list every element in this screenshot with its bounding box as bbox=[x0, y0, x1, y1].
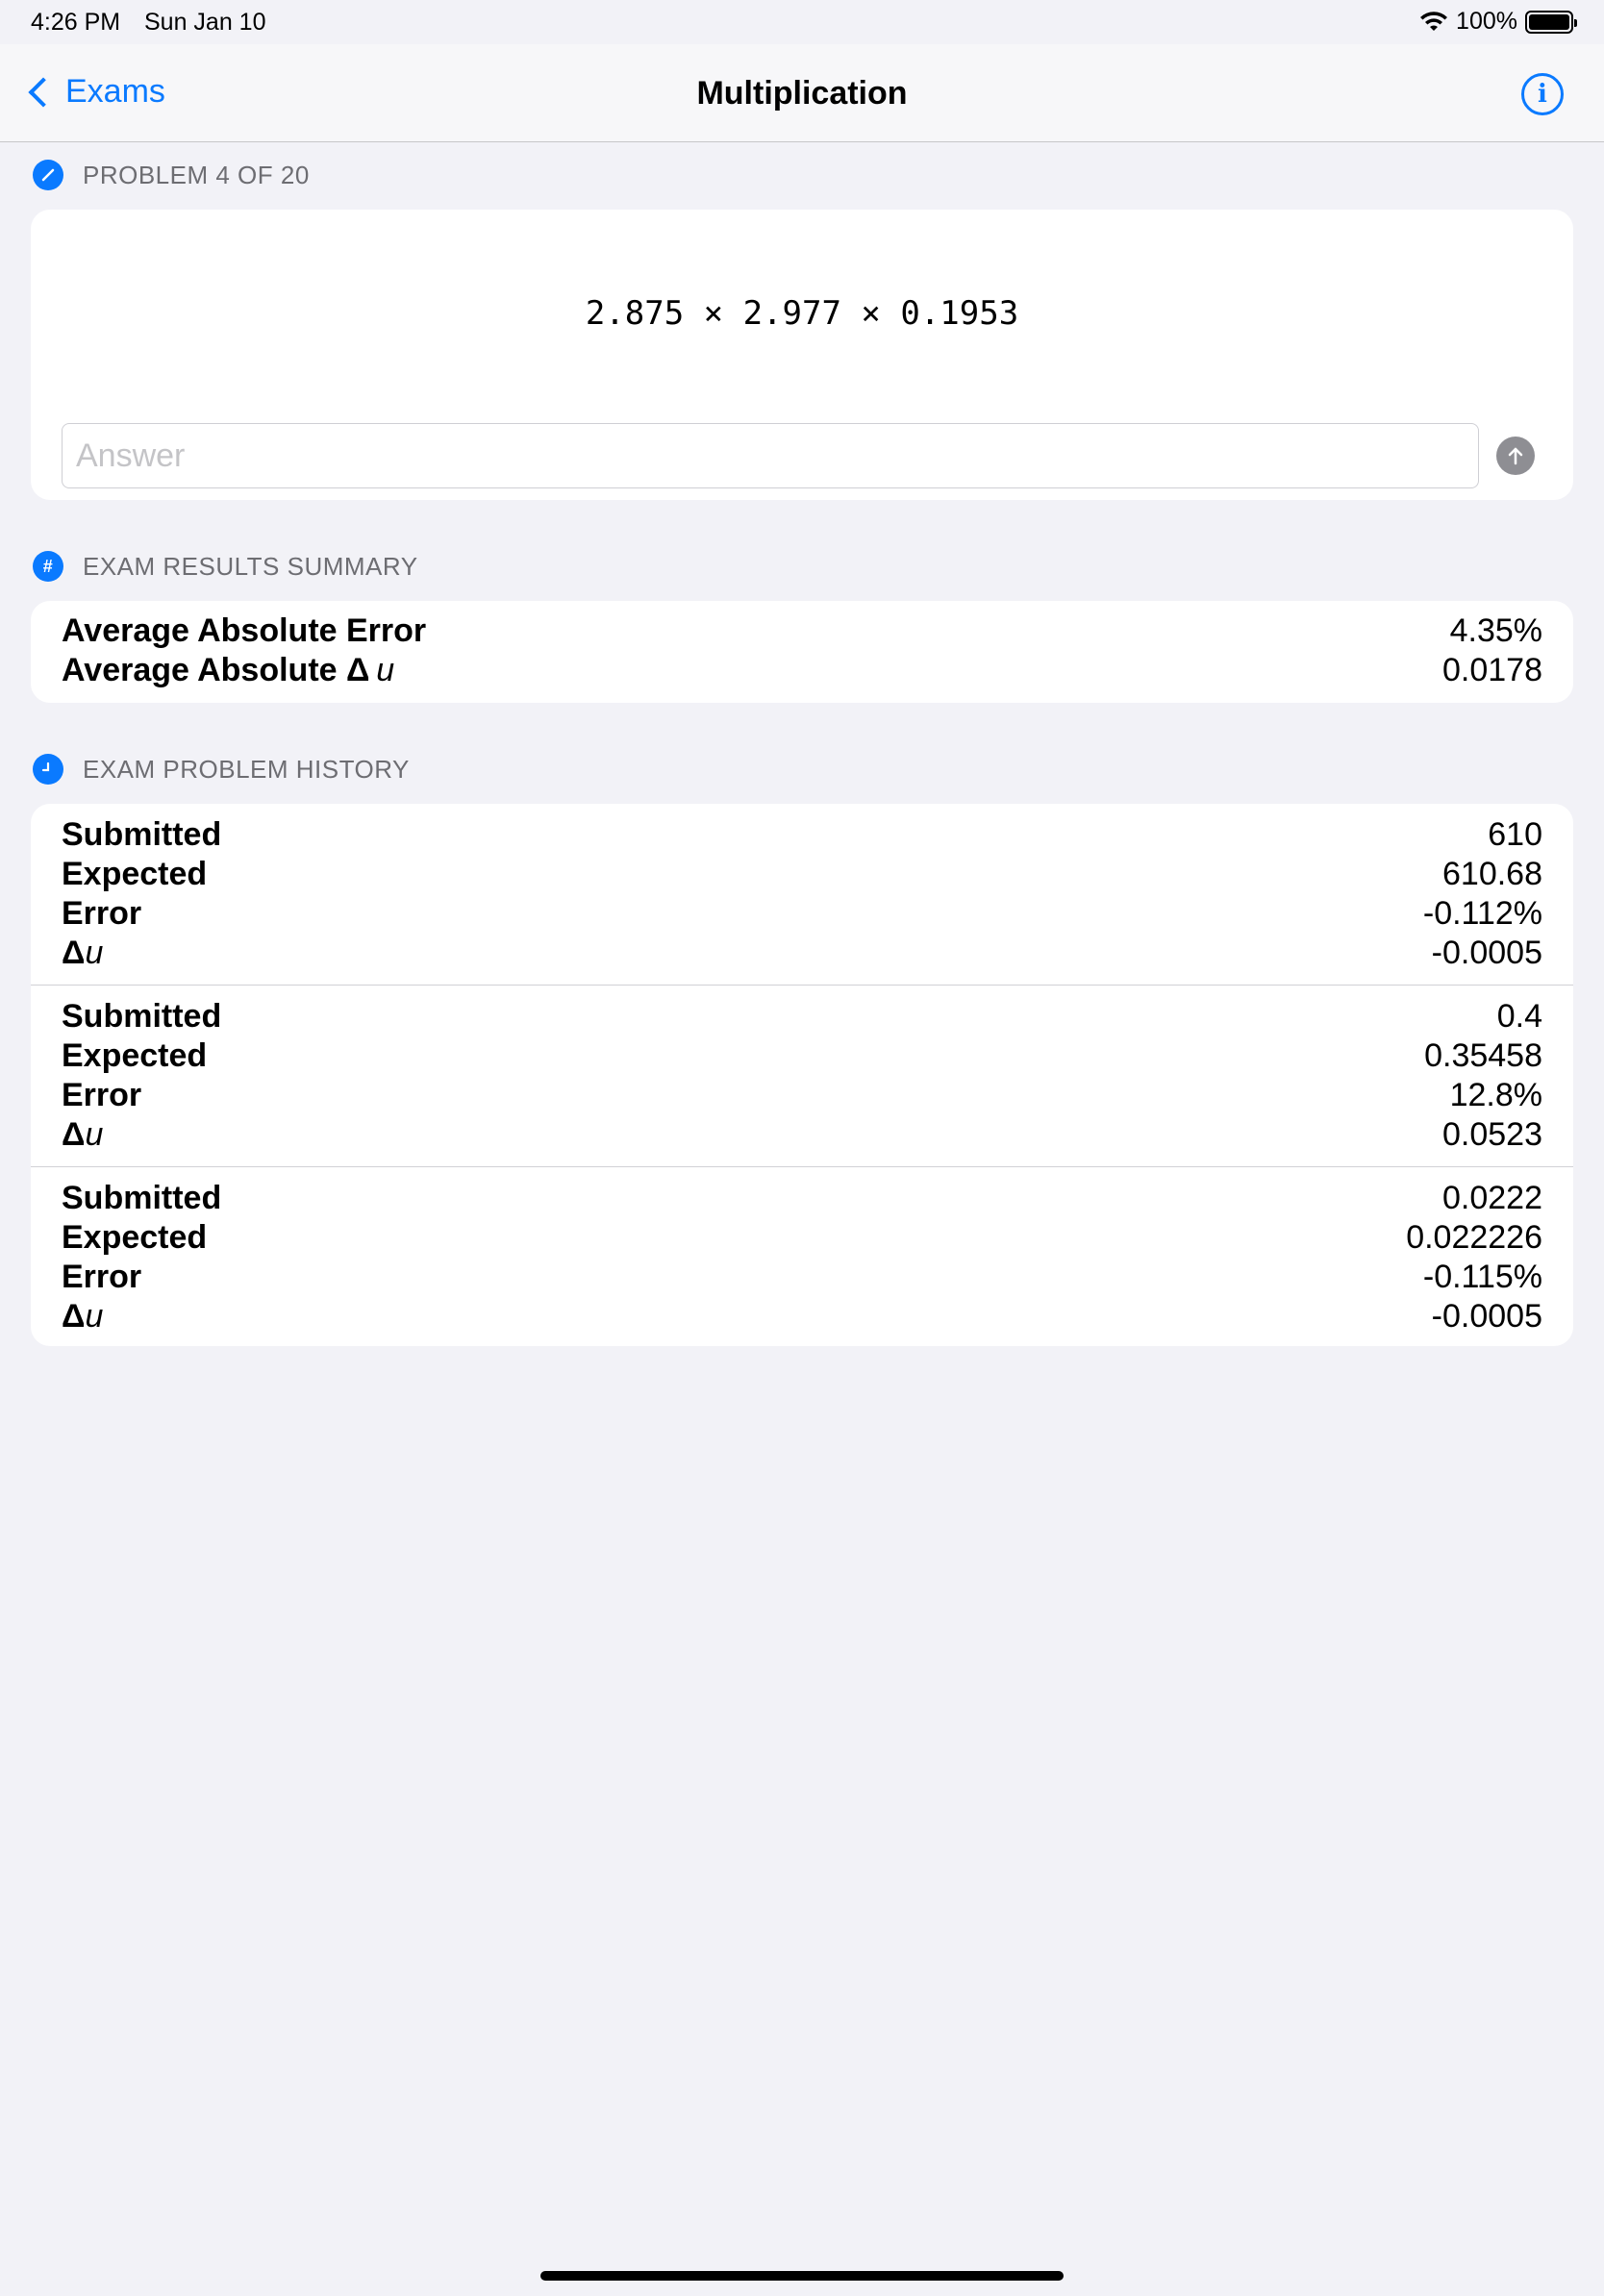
summary-section-header: # EXAM RESULTS SUMMARY bbox=[33, 551, 418, 582]
battery-percent: 100% bbox=[1456, 8, 1517, 35]
history-label: Error bbox=[62, 1077, 142, 1113]
history-value: 12.8% bbox=[1449, 1077, 1542, 1113]
history-row-error: Error -0.115% bbox=[31, 1258, 1573, 1297]
history-row-delta: Δu -0.0005 bbox=[31, 934, 1573, 973]
summary-card: Average Absolute Error 4.35% Average Abs… bbox=[31, 601, 1573, 703]
history-label: Submitted bbox=[62, 816, 222, 853]
clock-icon bbox=[33, 754, 63, 785]
status-time: 4:26 PM bbox=[31, 9, 121, 36]
history-value: 610 bbox=[1488, 816, 1542, 853]
info-button[interactable]: i bbox=[1521, 73, 1564, 115]
history-row-submitted: Submitted 0.0222 bbox=[31, 1179, 1573, 1218]
answer-input[interactable] bbox=[62, 423, 1479, 488]
history-value: -0.115% bbox=[1422, 1259, 1542, 1295]
arrow-up-icon bbox=[1508, 447, 1523, 465]
submit-button[interactable] bbox=[1496, 437, 1535, 475]
history-section-header: EXAM PROBLEM HISTORY bbox=[33, 754, 410, 785]
summary-row-average-delta: Average Absolute Δ u 0.0178 bbox=[31, 651, 1573, 690]
summary-label: Average Absolute Error bbox=[62, 612, 427, 649]
history-row-delta: Δu 0.0523 bbox=[31, 1115, 1573, 1155]
history-entry: Submitted 0.0222 Expected 0.022226 Error… bbox=[31, 1166, 1573, 1348]
history-header-label: EXAM PROBLEM HISTORY bbox=[83, 754, 410, 784]
history-row-submitted: Submitted 610 bbox=[31, 815, 1573, 855]
pencil-icon bbox=[33, 160, 63, 190]
history-label: Δu bbox=[62, 1116, 104, 1153]
problem-section-header: PROBLEM 4 OF 20 bbox=[33, 160, 310, 190]
history-label: Submitted bbox=[62, 998, 222, 1035]
history-entry: Submitted 610 Expected 610.68 Error -0.1… bbox=[31, 804, 1573, 985]
history-value: -0.0005 bbox=[1431, 1298, 1542, 1335]
history-row-submitted: Submitted 0.4 bbox=[31, 997, 1573, 1036]
history-value: 610.68 bbox=[1442, 856, 1542, 892]
history-entry: Submitted 0.4 Expected 0.35458 Error 12.… bbox=[31, 985, 1573, 1166]
history-row-error: Error 12.8% bbox=[31, 1076, 1573, 1115]
history-label: Submitted bbox=[62, 1180, 222, 1216]
history-label: Expected bbox=[62, 856, 208, 892]
page-title: Multiplication bbox=[696, 75, 908, 112]
status-date: Sun Jan 10 bbox=[144, 9, 266, 36]
history-row-expected: Expected 0.35458 bbox=[31, 1036, 1573, 1076]
history-label: Δu bbox=[62, 1298, 104, 1335]
summary-value: 4.35% bbox=[1449, 612, 1542, 649]
history-value: 0.35458 bbox=[1424, 1037, 1542, 1074]
summary-row-average-error: Average Absolute Error 4.35% bbox=[31, 611, 1573, 651]
history-label: Expected bbox=[62, 1037, 208, 1074]
history-row-expected: Expected 0.022226 bbox=[31, 1218, 1573, 1258]
history-value: -0.0005 bbox=[1431, 935, 1542, 971]
navigation-bar: Exams Multiplication i bbox=[0, 44, 1604, 142]
history-value: 0.4 bbox=[1496, 998, 1542, 1035]
status-right: 100% bbox=[1419, 8, 1577, 36]
summary-label: Average Absolute Δ u bbox=[62, 652, 395, 688]
home-indicator[interactable] bbox=[540, 2271, 1064, 2281]
problem-header-label: PROBLEM 4 OF 20 bbox=[83, 160, 310, 189]
number-sign-icon: # bbox=[33, 551, 63, 582]
status-bar: 4:26 PM Sun Jan 10 100% bbox=[0, 0, 1604, 44]
wifi-icon bbox=[1420, 11, 1448, 31]
summary-header-label: EXAM RESULTS SUMMARY bbox=[83, 551, 418, 581]
problem-card: 2.875 × 2.977 × 0.1953 bbox=[31, 210, 1573, 500]
history-row-error: Error -0.112% bbox=[31, 894, 1573, 934]
summary-value: 0.0178 bbox=[1442, 652, 1542, 688]
history-row-delta: Δu -0.0005 bbox=[31, 1297, 1573, 1336]
history-card: Submitted 610 Expected 610.68 Error -0.1… bbox=[31, 804, 1573, 1346]
battery-icon bbox=[1525, 10, 1577, 34]
history-value: 0.0222 bbox=[1442, 1180, 1542, 1216]
history-label: Δu bbox=[62, 935, 104, 971]
history-value: 0.0523 bbox=[1442, 1116, 1542, 1153]
history-label: Expected bbox=[62, 1219, 208, 1256]
problem-expression: 2.875 × 2.977 × 0.1953 bbox=[585, 294, 1019, 333]
history-value: -0.112% bbox=[1422, 895, 1542, 932]
history-row-expected: Expected 610.68 bbox=[31, 855, 1573, 894]
info-icon: i bbox=[1538, 80, 1547, 109]
history-label: Error bbox=[62, 895, 142, 932]
history-label: Error bbox=[62, 1259, 142, 1295]
history-value: 0.022226 bbox=[1406, 1219, 1542, 1256]
